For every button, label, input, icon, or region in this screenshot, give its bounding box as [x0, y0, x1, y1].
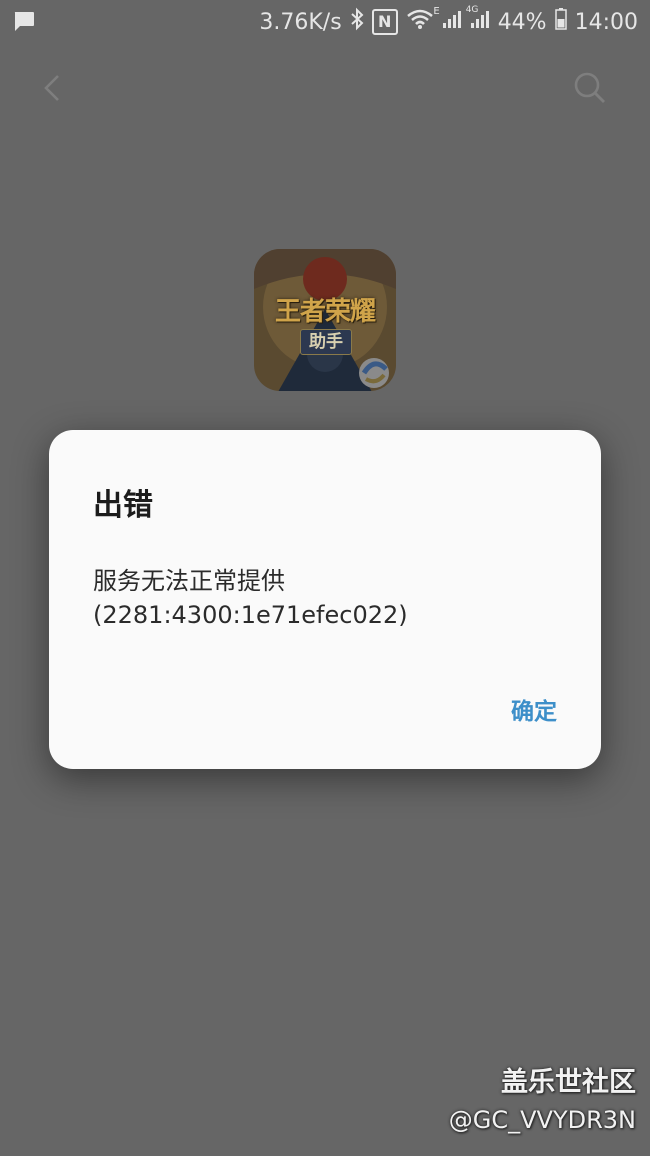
publisher-logo-icon	[359, 358, 389, 388]
bluetooth-icon	[350, 7, 364, 37]
battery-icon	[554, 8, 567, 36]
dialog-message-line1: 服务无法正常提供	[93, 567, 285, 595]
back-arrow-icon[interactable]	[34, 68, 74, 108]
error-dialog: 出错 服务无法正常提供 (2281:4300:1e71efec022) 确定	[49, 430, 601, 769]
app-name-line1: 王者荣耀	[274, 297, 376, 327]
app-bar	[0, 50, 650, 130]
signal-4g-icon: 4G	[466, 5, 490, 35]
wifi-icon: E	[406, 6, 440, 36]
signal-icon	[442, 9, 462, 35]
message-icon	[12, 10, 36, 40]
battery-percent: 44%	[497, 9, 547, 35]
lte-tag: 4G	[465, 5, 479, 15]
app-name-line2: 助手	[300, 329, 352, 355]
clock: 14:00	[574, 9, 638, 35]
confirm-button[interactable]: 确定	[511, 692, 557, 726]
network-speed: 3.76K/s	[259, 9, 342, 35]
app-icon: 王者荣耀 助手	[254, 249, 396, 391]
dialog-error-code: (2281:4300:1e71efec022)	[93, 601, 408, 629]
search-icon[interactable]	[570, 68, 610, 108]
nfc-icon: N	[371, 9, 398, 35]
dialog-message: 服务无法正常提供 (2281:4300:1e71efec022)	[93, 564, 408, 632]
watermark-user: @GC_VVYDR3N	[448, 1106, 636, 1134]
wifi-tag: E	[433, 6, 440, 17]
dialog-title: 出错	[93, 488, 153, 523]
watermark: 盖乐世社区 @GC_VVYDR3N	[449, 1064, 636, 1138]
status-bar: 3.76K/s N E 4G 44% 14:00	[0, 0, 650, 44]
watermark-community: 盖乐世社区	[501, 1067, 636, 1098]
